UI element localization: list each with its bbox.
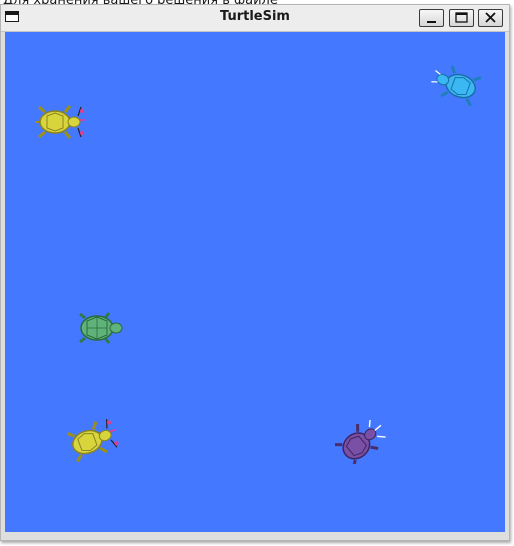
turtle-canvas[interactable]	[5, 32, 505, 532]
turtlesim-window: TurtleSim	[0, 4, 510, 541]
minimize-button[interactable]	[419, 9, 444, 27]
maximize-icon	[455, 12, 468, 23]
purple-turtle	[335, 420, 391, 464]
cyan-turtle	[429, 62, 485, 106]
title-bar[interactable]: TurtleSim	[1, 5, 509, 32]
close-button[interactable]	[478, 9, 503, 27]
yellow-turtle-bottom	[67, 418, 123, 462]
maximize-button[interactable]	[449, 9, 474, 27]
minimize-icon	[427, 21, 436, 23]
yellow-turtle-top	[35, 100, 91, 144]
green-turtle	[73, 306, 129, 350]
close-icon	[485, 12, 496, 23]
